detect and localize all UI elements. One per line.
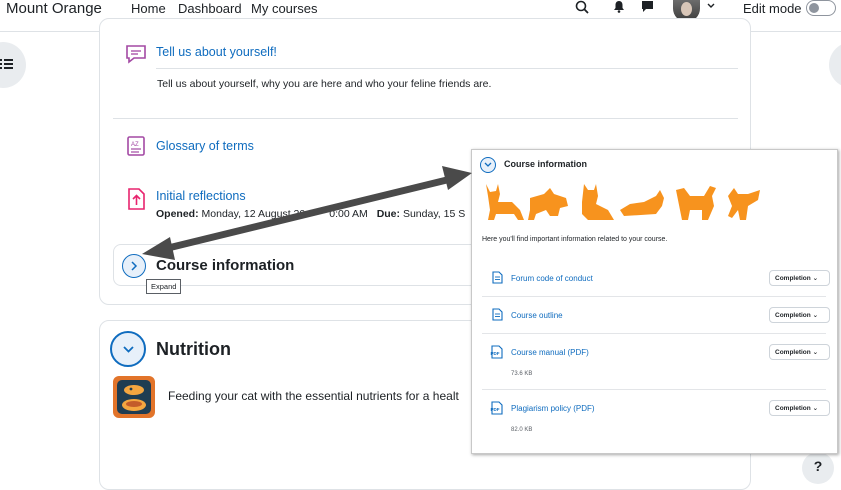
completion-label: Completion (775, 275, 811, 282)
messages-icon[interactable] (641, 0, 654, 13)
file-size: 82.0 KB (511, 427, 533, 433)
chevron-down-icon: ⌄ (812, 349, 819, 356)
list-item: Course outline Completion ⌄ (482, 297, 830, 334)
edit-mode-label: Edit mode (743, 1, 802, 16)
divider (113, 118, 738, 119)
list-icon (0, 59, 13, 69)
completion-dropdown[interactable]: Completion ⌄ (769, 270, 830, 286)
bell-icon[interactable] (613, 0, 625, 13)
expand-section-button[interactable] (122, 254, 146, 278)
list-item: Forum code of conduct Completion ⌄ (482, 260, 830, 297)
popup-link-course-outline[interactable]: Course outline (511, 311, 563, 320)
cats-banner (486, 184, 760, 220)
chevron-down-icon: ⌄ (812, 405, 819, 412)
section-title-nutrition[interactable]: Nutrition (156, 339, 231, 360)
popup-title: Course information (504, 159, 588, 169)
collapse-icon (480, 157, 496, 173)
svg-text:AZ: AZ (131, 142, 139, 148)
chevron-down-icon: ⌄ (812, 312, 819, 319)
chevron-down-icon (484, 162, 492, 167)
popup-summary: Here you'll find important information r… (482, 236, 668, 243)
file-size: 73.6 KB (511, 371, 533, 377)
completion-dropdown[interactable]: Completion ⌄ (769, 400, 830, 416)
activity-description: Tell us about yourself, why you are here… (157, 78, 492, 90)
glossary-icon: AZ (127, 136, 145, 156)
completion-dropdown[interactable]: Completion ⌄ (769, 307, 830, 323)
course-information-expanded-preview: Course information Here you'll find impo… (471, 149, 838, 454)
svg-text:PDF: PDF (491, 351, 500, 356)
help-button[interactable]: ? (802, 452, 834, 484)
popup-link-forum-code[interactable]: Forum code of conduct (511, 274, 593, 283)
page-icon (492, 271, 503, 284)
activity-link-tell-us[interactable]: Tell us about yourself! (156, 45, 277, 59)
svg-text:PDF: PDF (491, 407, 500, 412)
pdf-icon: PDF (491, 401, 503, 415)
forum-icon (126, 45, 146, 64)
chevron-down-icon: ⌄ (812, 275, 819, 282)
nav-dashboard[interactable]: Dashboard (178, 1, 242, 16)
opened-tail: 0:00 AM (329, 208, 368, 220)
completion-label: Completion (775, 312, 811, 319)
activity-link-initial-reflections[interactable]: Initial reflections (156, 189, 246, 203)
completion-label: Completion (775, 349, 811, 356)
divider (156, 68, 738, 69)
course-index-toggle[interactable] (0, 42, 26, 88)
nutrition-image (113, 376, 155, 418)
nutrition-description: Feeding your cat with the essential nutr… (168, 389, 459, 403)
opened-label: Opened: (156, 208, 199, 220)
site-brand[interactable]: Mount Orange (6, 0, 102, 17)
list-item: PDF Course manual (PDF) 73.6 KB Completi… (482, 334, 830, 390)
chevron-down-icon (123, 346, 134, 353)
pdf-icon: PDF (491, 345, 503, 359)
activity-dates: Opened: Monday, 12 August 20 0:00 AM Due:… (156, 208, 465, 220)
popup-link-course-manual[interactable]: Course manual (PDF) (511, 348, 589, 357)
opened-value: Monday, 12 August 20 (201, 208, 306, 220)
list-item: PDF Plagiarism policy (PDF) 82.0 KB Comp… (482, 390, 830, 448)
section-title-course-information[interactable]: Course information (156, 257, 294, 274)
completion-label: Completion (775, 405, 811, 412)
activity-link-glossary[interactable]: Glossary of terms (156, 139, 254, 153)
assignment-icon (128, 188, 145, 210)
search-icon[interactable] (575, 0, 589, 14)
nav-home[interactable]: Home (131, 1, 166, 16)
chevron-down-icon[interactable] (707, 3, 715, 9)
completion-dropdown[interactable]: Completion ⌄ (769, 344, 830, 360)
expand-tooltip: Expand (146, 279, 182, 294)
chevron-right-icon (131, 261, 138, 271)
page-icon (492, 308, 503, 321)
collapse-section-button[interactable] (110, 331, 146, 367)
due-label: Due: (376, 208, 401, 220)
block-drawer-toggle[interactable] (829, 42, 841, 88)
popup-link-plagiarism-policy[interactable]: Plagiarism policy (PDF) (511, 404, 595, 413)
nav-my-courses[interactable]: My courses (251, 1, 317, 16)
due-value: Sunday, 15 S (402, 208, 466, 220)
edit-mode-toggle[interactable] (806, 0, 836, 16)
